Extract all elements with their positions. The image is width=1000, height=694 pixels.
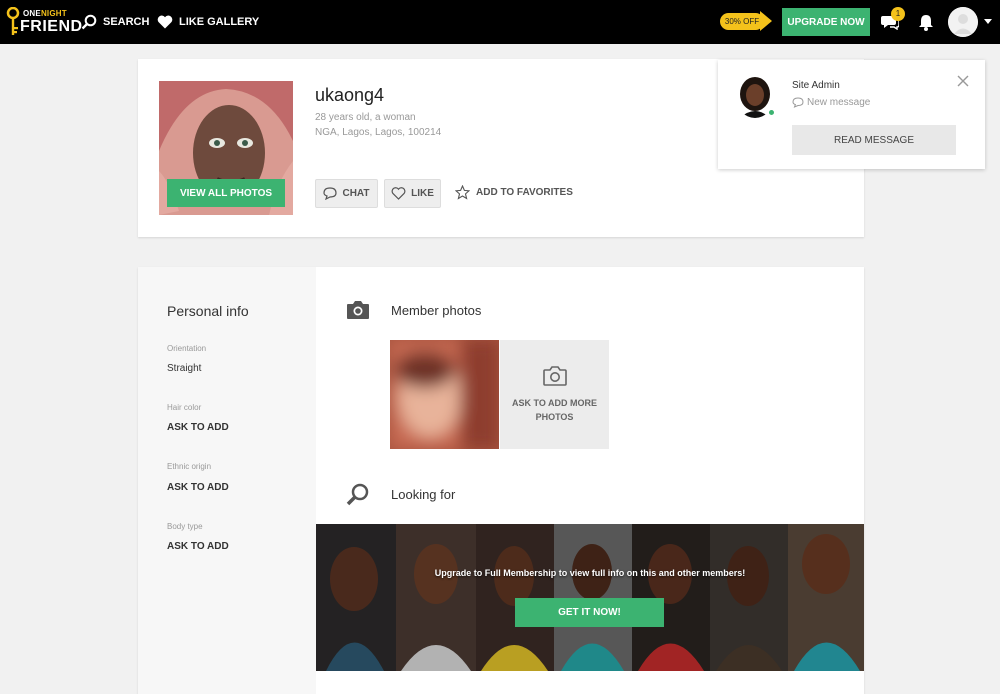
ethnic-origin-ask-link[interactable]: ASK TO ADD (167, 482, 229, 493)
key-icon (6, 7, 20, 35)
upgrade-button[interactable]: UPGRADE NOW (782, 8, 870, 36)
profile-username: ukaong4 (315, 85, 385, 105)
close-icon[interactable] (957, 75, 969, 87)
body-type-ask-link[interactable]: ASK TO ADD (167, 541, 229, 552)
ask-more-photos-label: ASK TO ADD MORE PHOTOS (511, 397, 597, 422)
hair-color-label: Hair color (167, 403, 202, 412)
site-logo[interactable]: ONENIGHT FRIEND (6, 7, 82, 39)
orientation-value: Straight (167, 363, 202, 374)
upgrade-banner-text: Upgrade to Full Membership to view full … (434, 568, 746, 578)
looking-for-title: Looking for (391, 487, 456, 502)
caret-down-icon[interactable] (984, 19, 992, 24)
notification-sender: Site Admin (792, 80, 840, 91)
chat-icon (792, 97, 804, 108)
user-avatar[interactable] (948, 7, 978, 37)
chat-button-label: CHAT (342, 188, 370, 199)
nav-search[interactable]: SEARCH (81, 0, 149, 44)
profile-age-gender: 28 years old, a woman (315, 112, 416, 123)
chat-icon (323, 187, 338, 200)
profile-location: NGA, Lagos, Lagos, 100214 (315, 127, 442, 138)
nav-like-gallery[interactable]: LIKE GALLERY (157, 0, 259, 44)
personal-info-sidebar: Personal info Orientation Straight Hair … (138, 267, 316, 694)
discount-label: 30% OFF (720, 13, 764, 30)
blurred-photo (390, 340, 499, 449)
member-photo-thumbnail[interactable] (390, 340, 499, 449)
orientation-label: Orientation (167, 344, 207, 353)
magnifier-icon (346, 483, 369, 506)
notifications-button[interactable] (916, 12, 936, 32)
hair-color-ask-link[interactable]: ASK TO ADD (167, 422, 229, 433)
view-all-photos-button[interactable]: VIEW ALL PHOTOS (167, 179, 285, 207)
top-bar: ONENIGHT FRIEND SEARCH LIKE GALLERY 30% … (0, 0, 1000, 44)
bell-icon (919, 14, 933, 31)
notification-message: New message (792, 97, 870, 108)
messages-count-badge: 1 (891, 7, 905, 21)
notification-message-text: New message (807, 97, 871, 108)
like-button[interactable]: LIKE (384, 179, 441, 208)
body-type-label: Body type (167, 522, 203, 531)
heart-outline-icon (391, 187, 406, 200)
upgrade-banner: Upgrade to Full Membership to view full … (316, 524, 864, 671)
ethnic-origin-label: Ethnic origin (167, 462, 212, 471)
profile-photo[interactable]: VIEW ALL PHOTOS (159, 81, 293, 215)
heart-icon (157, 15, 173, 29)
personal-info-title: Personal info (167, 303, 249, 319)
logo-line2: FRIEND (20, 18, 83, 35)
search-icon (81, 14, 97, 30)
online-indicator (767, 108, 776, 117)
discount-badge[interactable]: 30% OFF (720, 11, 772, 31)
profile-details-card: Personal info Orientation Straight Hair … (138, 267, 864, 694)
logo-line1: ONENIGHT (23, 9, 67, 18)
user-silhouette-icon (948, 7, 978, 37)
read-message-button[interactable]: READ MESSAGE (792, 125, 956, 155)
member-photos-title: Member photos (391, 303, 482, 318)
nav-search-label: SEARCH (103, 16, 150, 28)
ask-more-photos-tile[interactable]: ASK TO ADD MORE PHOTOS (500, 340, 609, 449)
camera-outline-icon (542, 365, 567, 386)
chat-button[interactable]: CHAT (315, 179, 378, 208)
add-to-favorites-button[interactable]: ADD TO FAVORITES (455, 185, 573, 200)
star-icon (455, 185, 470, 200)
get-it-now-button[interactable]: GET IT NOW! (515, 598, 664, 627)
camera-icon (347, 301, 369, 319)
message-notification: Site Admin New message READ MESSAGE (718, 60, 985, 169)
add-to-favorites-label: ADD TO FAVORITES (476, 187, 573, 198)
like-button-label: LIKE (411, 188, 434, 199)
nav-like-gallery-label: LIKE GALLERY (179, 16, 260, 28)
